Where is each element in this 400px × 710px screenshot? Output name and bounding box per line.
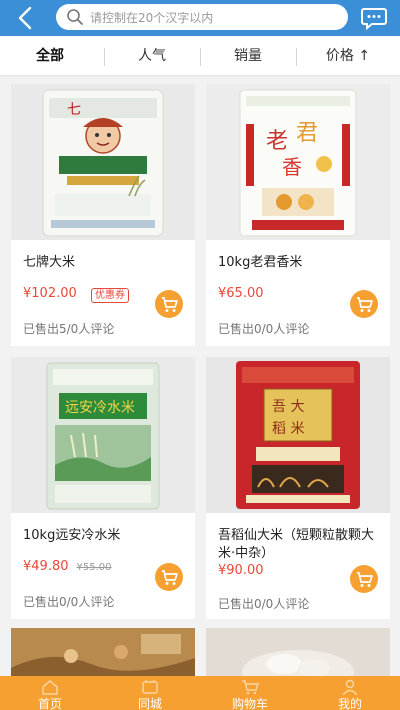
product-image[interactable]: 七	[11, 84, 195, 240]
product-title[interactable]: 10kg老君香米	[218, 254, 382, 272]
home-icon	[41, 679, 59, 695]
product-card[interactable]: 七 七牌大米 ¥102.00 优惠券 已售出5/0人评论	[11, 84, 195, 346]
tab-popularity[interactable]: 人气	[104, 36, 200, 76]
product-card[interactable]: 吾 大 稻 米 吾稻仙大米（短颗粒散颗大米·中杂） ¥90.00 已售出0/0人…	[206, 357, 390, 619]
tab-price[interactable]: 价格 ↑	[296, 36, 400, 76]
coupon-badge: 优惠券	[91, 288, 129, 303]
nav-cart[interactable]: 购物车	[200, 676, 300, 710]
search-icon	[66, 8, 84, 26]
search-input[interactable]: 请控制在20个汉字以内	[56, 4, 348, 30]
sort-bar: 全部 人气 销量 价格 ↑	[0, 36, 400, 76]
product-title[interactable]: 七牌大米	[23, 254, 187, 272]
nav-nearby-label: 同城	[137, 697, 162, 710]
tab-sales[interactable]: 销量	[200, 36, 296, 76]
svg-text:吾 大: 吾 大	[272, 399, 304, 415]
nav-profile[interactable]: 我的	[300, 676, 400, 710]
add-to-cart-button[interactable]	[155, 563, 183, 591]
product-title[interactable]: 10kg远安冷水米	[23, 527, 187, 545]
product-price: ¥49.80 ¥55.00	[23, 559, 112, 574]
add-to-cart-button[interactable]	[350, 565, 378, 593]
sold-count: 已售出5/0人评论	[23, 322, 115, 336]
product-price: ¥65.00	[218, 286, 264, 301]
nav-profile-label: 我的	[337, 697, 362, 710]
svg-text:远安冷水米: 远安冷水米	[65, 400, 135, 416]
cart-icon	[357, 572, 373, 587]
svg-text:七: 七	[67, 102, 81, 118]
sold-count: 已售出0/0人评论	[218, 322, 310, 336]
back-icon[interactable]	[12, 4, 40, 32]
nearby-icon	[141, 679, 159, 695]
nav-home-label: 首页	[37, 697, 62, 710]
message-icon[interactable]	[360, 5, 388, 31]
svg-text:香: 香	[282, 155, 302, 179]
svg-text:老: 老	[266, 129, 288, 154]
product-price: ¥102.00	[23, 286, 77, 301]
product-title[interactable]: 吾稻仙大米（短颗粒散颗大米·中杂）	[218, 527, 382, 563]
user-icon	[341, 679, 359, 696]
product-image[interactable]: 老 君 香	[206, 84, 390, 240]
price-value: ¥49.80	[23, 559, 69, 574]
product-image[interactable]: 远安冷水米	[11, 357, 195, 513]
nav-nearby[interactable]: 同城	[100, 676, 200, 710]
price-value: ¥102.00	[23, 286, 77, 301]
cart-icon	[357, 297, 373, 312]
product-price: ¥90.00	[218, 563, 264, 578]
original-price: ¥55.00	[76, 562, 112, 573]
price-value: ¥90.00	[218, 563, 264, 578]
product-card[interactable]: 远安冷水米 10kg远安冷水米 ¥49.80 ¥55.00 已售出0/0人评论	[11, 357, 195, 619]
product-card[interactable]: 老 君 香 10kg老君香米 ¥65.00 已售出0/0人评论	[206, 84, 390, 346]
cart-icon	[162, 297, 178, 312]
cart-icon	[162, 570, 178, 585]
price-value: ¥65.00	[218, 286, 264, 301]
nav-cart-label: 购物车	[231, 697, 268, 710]
sold-count: 已售出0/0人评论	[23, 595, 115, 609]
top-bar: 请控制在20个汉字以内	[0, 0, 400, 36]
sold-count: 已售出0/0人评论	[218, 597, 310, 611]
svg-text:稻 米: 稻 米	[272, 421, 304, 437]
add-to-cart-button[interactable]	[155, 290, 183, 318]
product-image[interactable]: 吾 大 稻 米	[206, 357, 390, 513]
search-placeholder: 请控制在20个汉字以内	[90, 11, 214, 25]
add-to-cart-button[interactable]	[350, 290, 378, 318]
cart-icon	[241, 679, 260, 695]
nav-home[interactable]: 首页	[0, 676, 100, 710]
tab-all[interactable]: 全部	[0, 36, 100, 76]
svg-text:君: 君	[296, 121, 318, 146]
bottom-nav: 首页 同城 购物车 我的	[0, 676, 400, 710]
